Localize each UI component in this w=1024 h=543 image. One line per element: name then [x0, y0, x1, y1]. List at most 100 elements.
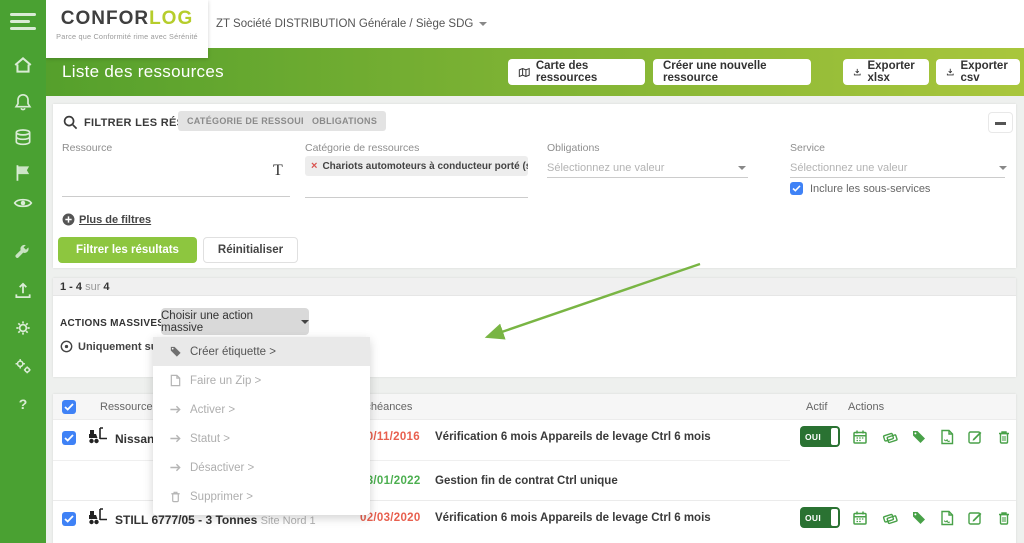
logo-tagline: Parce que Conformité rime avec Sérénité: [56, 32, 198, 41]
calendar-icon[interactable]: [852, 510, 868, 526]
gears-icon[interactable]: [13, 356, 33, 376]
actif-toggle[interactable]: OUI: [800, 426, 840, 447]
arrow-right-icon: [170, 405, 181, 414]
home-icon[interactable]: [13, 55, 33, 75]
mass-actions-label: ACTIONS MASSIVES: [60, 318, 165, 329]
chevron-down-icon[interactable]: [738, 166, 746, 170]
eye-icon[interactable]: [13, 193, 33, 213]
download-icon: [946, 68, 954, 76]
row-checkbox[interactable]: [62, 431, 76, 445]
mass-action-menu: Créer étiquette > Faire un Zip > Activer…: [153, 337, 370, 515]
sidebar: ?: [0, 0, 46, 543]
results-count-bar: 1 - 4 sur 4: [53, 278, 1016, 296]
menu-item-statut[interactable]: Statut >: [153, 424, 370, 453]
menu-item-faire-un-zip[interactable]: Faire un Zip >: [153, 366, 370, 395]
apply-filters-button[interactable]: Filtrer les résultats: [58, 237, 197, 263]
reset-filters-button[interactable]: Réinitialiser: [203, 237, 298, 263]
arrow-right-icon: [170, 463, 181, 472]
menu-item-creer-etiquette[interactable]: Créer étiquette >: [153, 337, 370, 366]
service-underline: [790, 177, 1005, 178]
tags-icon[interactable]: [882, 510, 898, 526]
gear-icon[interactable]: [13, 318, 33, 338]
chip-remove-icon[interactable]: ×: [311, 160, 317, 172]
arrow-right-icon: [170, 434, 181, 443]
toggle-knob: [831, 428, 838, 445]
ressource-input[interactable]: [62, 166, 262, 180]
tag-icon[interactable]: [911, 510, 927, 526]
export-xlsx-button[interactable]: Exporter xlsx: [843, 59, 929, 85]
menu-icon[interactable]: [10, 13, 36, 33]
obligations-select-value[interactable]: Sélectionnez une valeur: [547, 162, 664, 174]
plus-circle-icon[interactable]: [62, 213, 75, 226]
resource-name[interactable]: STILL 6777/05 - 3 Tonnes Site Nord 1: [115, 513, 316, 527]
menu-item-activer[interactable]: Activer >: [153, 395, 370, 424]
trash-icon[interactable]: [996, 429, 1012, 445]
menu-item-supprimer[interactable]: Supprimer >: [153, 482, 370, 511]
map-resources-label: Carte des ressources: [535, 60, 598, 84]
menu-item-desactiver[interactable]: Désactiver >: [153, 453, 370, 482]
column-header-actif: Actif: [806, 401, 828, 413]
forklift-icon: [86, 506, 110, 528]
actif-toggle-label: OUI: [805, 513, 822, 523]
selection-scope-note[interactable]: Uniquement su: [60, 340, 157, 353]
mass-action-dropdown-label: Choisir une action massive: [161, 309, 254, 334]
more-filters-link[interactable]: Plus de filtres: [79, 214, 151, 226]
search-icon: [63, 115, 78, 130]
obligations-underline: [547, 177, 748, 178]
flag-icon[interactable]: [13, 163, 33, 183]
help-icon[interactable]: ?: [13, 396, 33, 416]
forklift-icon: [86, 425, 110, 447]
edit-icon[interactable]: [967, 510, 983, 526]
filter-panel: FILTRER LES RÉSULTATS CATÉGORIE DE RESSO…: [53, 104, 1016, 268]
ressource-underline: [62, 196, 290, 197]
tab-obligations[interactable]: OBLIGATIONS: [303, 111, 387, 131]
target-icon: [60, 340, 73, 353]
actif-toggle[interactable]: OUI: [800, 507, 840, 528]
service-select-value[interactable]: Sélectionnez une valeur: [790, 162, 907, 174]
minus-icon: [995, 122, 1006, 125]
app-logo: ConforLog Parce que Conformité rime avec…: [46, 0, 208, 58]
bell-icon[interactable]: [13, 92, 33, 112]
calendar-icon[interactable]: [852, 429, 868, 445]
categorie-chip-label: Chariots automoteurs à conducteur porté …: [322, 160, 528, 172]
tag-icon[interactable]: [911, 429, 927, 445]
company-selector[interactable]: ZT Société DISTRIBUTION Générale / Siège…: [216, 0, 488, 48]
trash-icon[interactable]: [996, 510, 1012, 526]
results-total: 4: [103, 281, 110, 293]
mass-action-dropdown-button[interactable]: Choisir une action massive: [161, 308, 309, 335]
categorie-label: Catégorie de ressources: [305, 142, 420, 154]
app-root: ? ConforLog Parce que Conformité rime av…: [0, 0, 1024, 543]
create-resource-button[interactable]: Créer une nouvelle ressource: [653, 59, 811, 85]
file-icon: [170, 374, 181, 387]
map-icon: [518, 67, 530, 77]
chevron-down-icon: [479, 22, 488, 26]
database-icon[interactable]: [13, 128, 33, 148]
export-csv-button[interactable]: Exporter csv: [936, 59, 1020, 85]
categorie-underline: [305, 197, 528, 198]
column-header-actions: Actions: [848, 401, 885, 413]
page-title: Liste des ressources: [62, 62, 224, 81]
column-header-resource: Ressource: [100, 401, 153, 413]
company-selector-label: ZT Société DISTRIBUTION Générale / Siège…: [216, 18, 474, 30]
wrench-icon[interactable]: [13, 244, 33, 264]
pdf-icon[interactable]: [939, 510, 955, 526]
obligation-label: Vérification 6 mois Appareils de levage …: [435, 512, 711, 524]
include-subservices-label: Inclure les sous-services: [810, 183, 931, 195]
edit-icon[interactable]: [967, 429, 983, 445]
map-resources-button[interactable]: Carte des ressources: [508, 59, 645, 85]
tags-icon[interactable]: [882, 429, 898, 445]
results-separator: sur: [85, 281, 101, 293]
categorie-selected-chip[interactable]: × Chariots automoteurs à conducteur port…: [305, 156, 528, 176]
select-all-checkbox[interactable]: [62, 400, 76, 414]
selection-scope-label: Uniquement su: [78, 340, 158, 353]
upload-icon[interactable]: [13, 281, 33, 301]
row-checkbox[interactable]: [62, 512, 76, 526]
include-subservices-checkbox[interactable]: [790, 182, 803, 195]
pdf-icon[interactable]: [939, 429, 955, 445]
obligations-label: Obligations: [547, 142, 600, 154]
text-format-icon[interactable]: T: [273, 162, 283, 180]
ressource-label: Ressource: [62, 142, 113, 154]
collapse-filter-button[interactable]: [988, 112, 1013, 133]
chevron-down-icon[interactable]: [999, 166, 1007, 170]
results-range: 1 - 4: [60, 281, 83, 293]
